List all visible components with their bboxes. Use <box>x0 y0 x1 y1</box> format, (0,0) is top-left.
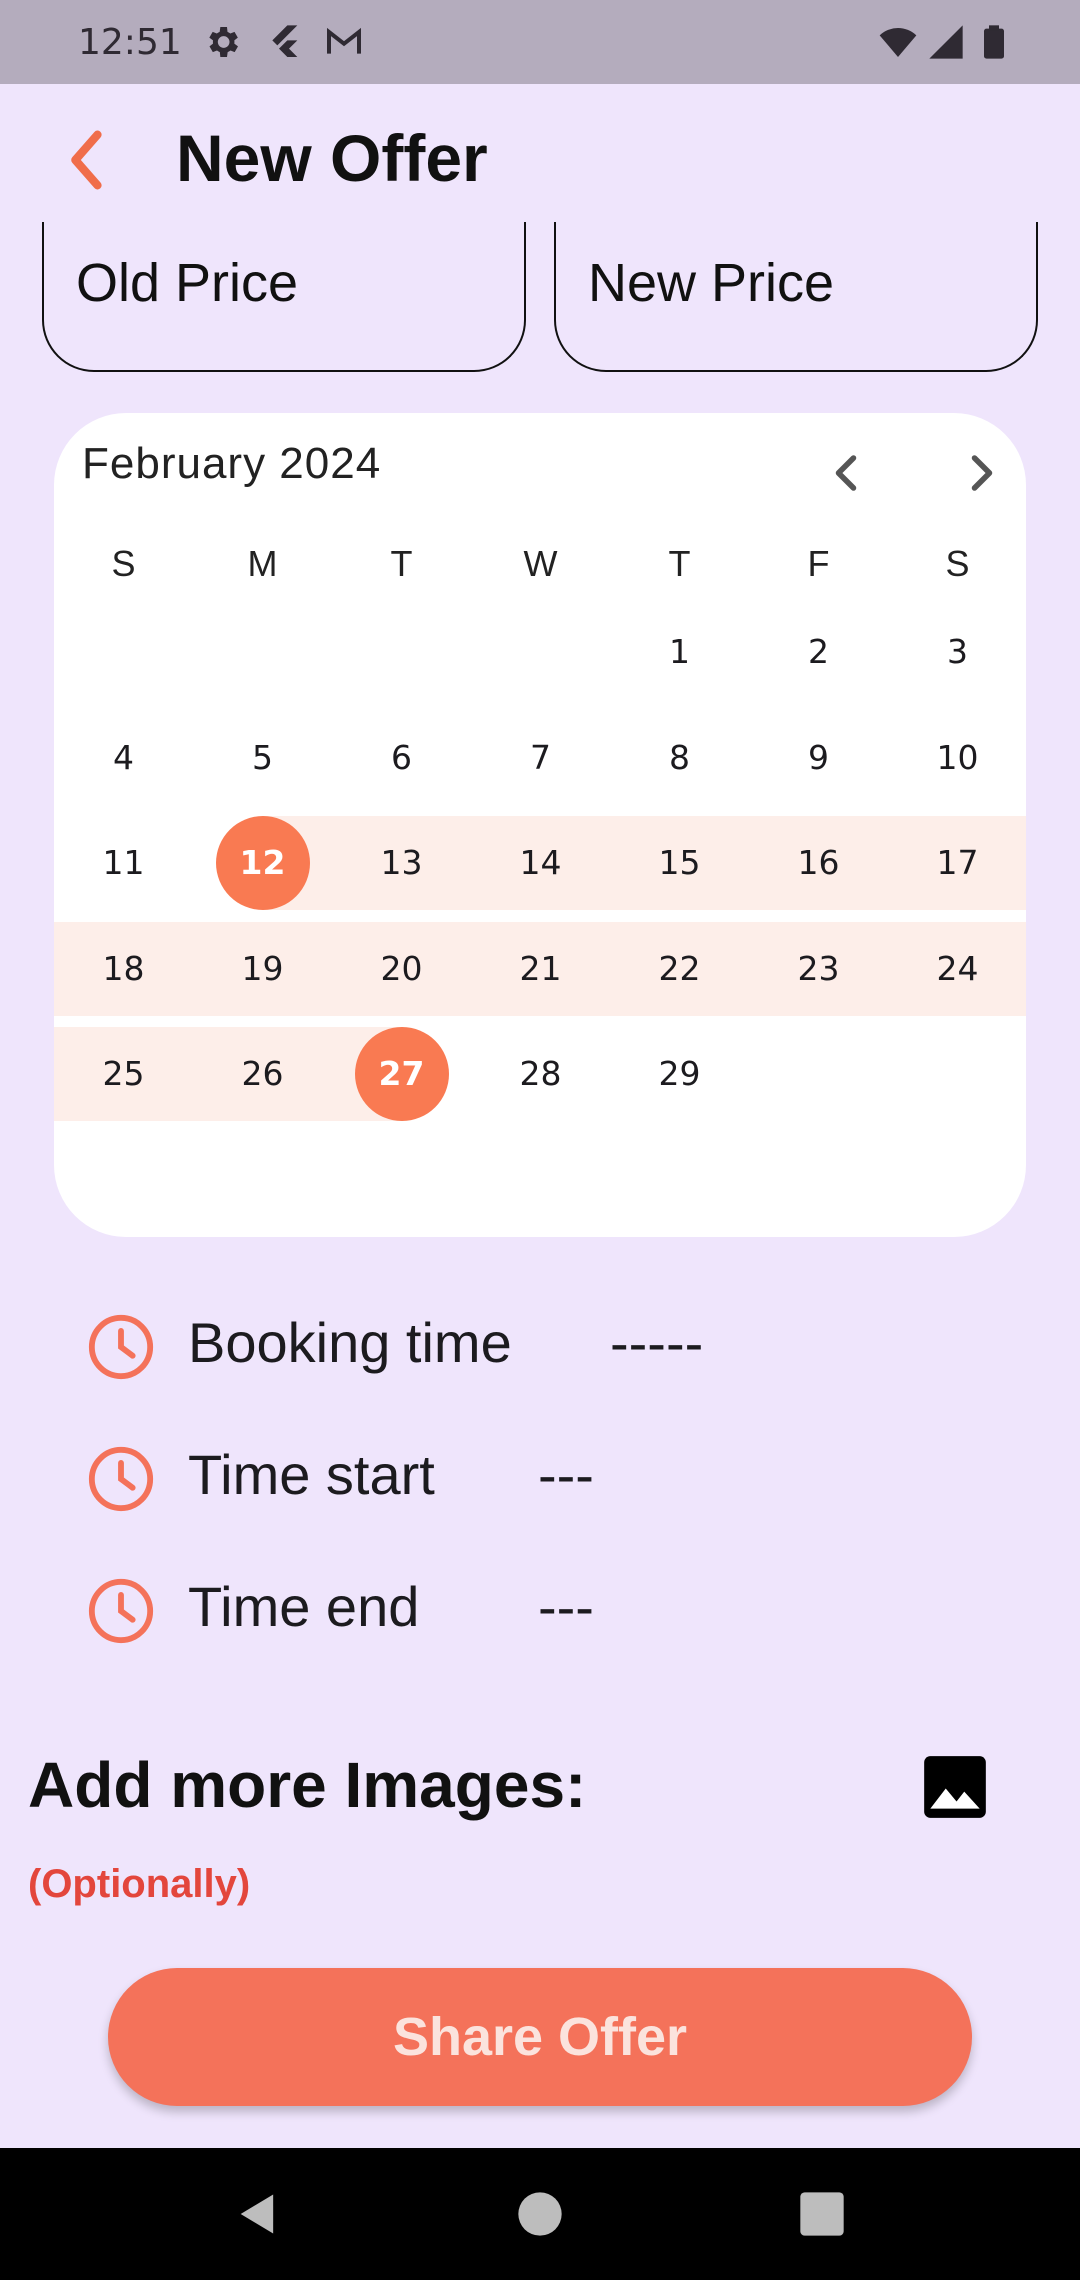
time-start-label: Time start <box>188 1443 435 1506</box>
nav-back-icon[interactable] <box>232 2188 284 2240</box>
clock-icon <box>88 1578 154 1644</box>
weekday-label: T <box>390 543 413 584</box>
calendar-day[interactable]: 17 <box>911 816 1005 910</box>
calendar-day[interactable]: 18 <box>77 922 171 1016</box>
calendar-day[interactable]: 13 <box>355 816 449 910</box>
battery-icon <box>984 25 1004 59</box>
calendar-day[interactable]: 22 <box>633 922 727 1016</box>
calendar-day[interactable]: 24 <box>911 922 1005 1016</box>
calendar-day[interactable]: 19 <box>216 922 310 1016</box>
weekday-label: W <box>523 543 558 584</box>
optional-note: (Optionally) <box>28 1862 251 1906</box>
date-range-calendar: February 2024 S M T W T F S 1 2 3 4 5 6 7 8 9 10 11 12 13 14… <box>54 413 1026 1237</box>
page-title: New Offer <box>176 121 488 195</box>
previous-month-button[interactable] <box>816 443 876 503</box>
calendar-day[interactable]: 25 <box>77 1027 171 1121</box>
status-bar: 12:51 <box>0 0 1080 84</box>
calendar-day[interactable]: 9 <box>772 711 866 805</box>
back-button[interactable] <box>50 122 126 198</box>
app-bar: New Offer <box>0 84 1080 224</box>
calendar-day[interactable]: 16 <box>772 816 866 910</box>
calendar-day[interactable]: 10 <box>911 711 1005 805</box>
calendar-day[interactable]: 28 <box>494 1027 588 1121</box>
calendar-day[interactable]: 15 <box>633 816 727 910</box>
range-start-day[interactable]: 12 <box>215 816 310 910</box>
time-start-value: --- <box>538 1443 594 1506</box>
calendar-day[interactable]: 26 <box>216 1027 310 1121</box>
calendar-day[interactable]: 1 <box>633 605 727 699</box>
weekday-label: M <box>247 543 278 584</box>
weekday-label: T <box>668 543 691 584</box>
calendar-day[interactable]: 2 <box>772 605 866 699</box>
wifi-icon <box>879 28 917 57</box>
calendar-day[interactable]: 5 <box>216 711 310 805</box>
weekday-label: F <box>807 543 830 584</box>
calendar-day[interactable]: 3 <box>911 605 1005 699</box>
nav-recents-icon[interactable] <box>796 2188 848 2240</box>
calendar-month-label: February 2024 <box>82 439 382 488</box>
time-end-label: Time end <box>188 1575 420 1638</box>
add-images-heading: Add more Images: <box>28 1749 587 1821</box>
next-month-button[interactable] <box>952 443 1012 503</box>
gear-icon <box>209 27 238 57</box>
time-end-value: --- <box>538 1575 594 1638</box>
gmail-icon <box>327 27 361 54</box>
weekday-label: S <box>111 543 136 584</box>
time-start-row[interactable]: Time start --- <box>86 1436 786 1516</box>
time-end-row[interactable]: Time end --- <box>86 1568 786 1648</box>
old-price-placeholder: Old Price <box>76 253 299 313</box>
system-navigation-bar <box>0 2148 1080 2280</box>
new-price-placeholder: New Price <box>588 253 835 313</box>
booking-time-row[interactable]: Booking time ----- <box>86 1304 786 1384</box>
new-price-field[interactable]: New Price <box>554 222 1038 372</box>
calendar-day[interactable]: 8 <box>633 711 727 805</box>
calendar-day[interactable]: 29 <box>633 1027 727 1121</box>
weekday-label: S <box>945 543 970 584</box>
nav-home-icon[interactable] <box>514 2188 566 2240</box>
status-time: 12:51 <box>78 22 182 63</box>
booking-time-value: ----- <box>610 1311 704 1374</box>
clock-icon <box>88 1314 154 1380</box>
calendar-day[interactable]: 11 <box>77 816 171 910</box>
signal-icon <box>929 25 963 59</box>
calendar-day[interactable]: 21 <box>494 922 588 1016</box>
calendar-day[interactable]: 7 <box>494 711 588 805</box>
range-end-day[interactable]: 27 <box>354 1027 449 1121</box>
flutter-icon <box>272 25 298 57</box>
calendar-day[interactable]: 23 <box>772 922 866 1016</box>
share-offer-button[interactable]: Share Offer <box>108 1968 972 2106</box>
calendar-day[interactable]: 6 <box>355 711 449 805</box>
calendar-day[interactable]: 14 <box>494 816 588 910</box>
calendar-day[interactable]: 4 <box>77 711 171 805</box>
calendar-day[interactable]: 20 <box>355 922 449 1016</box>
booking-time-label: Booking time <box>188 1311 512 1374</box>
old-price-field[interactable]: Old Price <box>42 222 526 372</box>
clock-icon <box>88 1446 154 1512</box>
image-icon[interactable] <box>918 1750 992 1824</box>
